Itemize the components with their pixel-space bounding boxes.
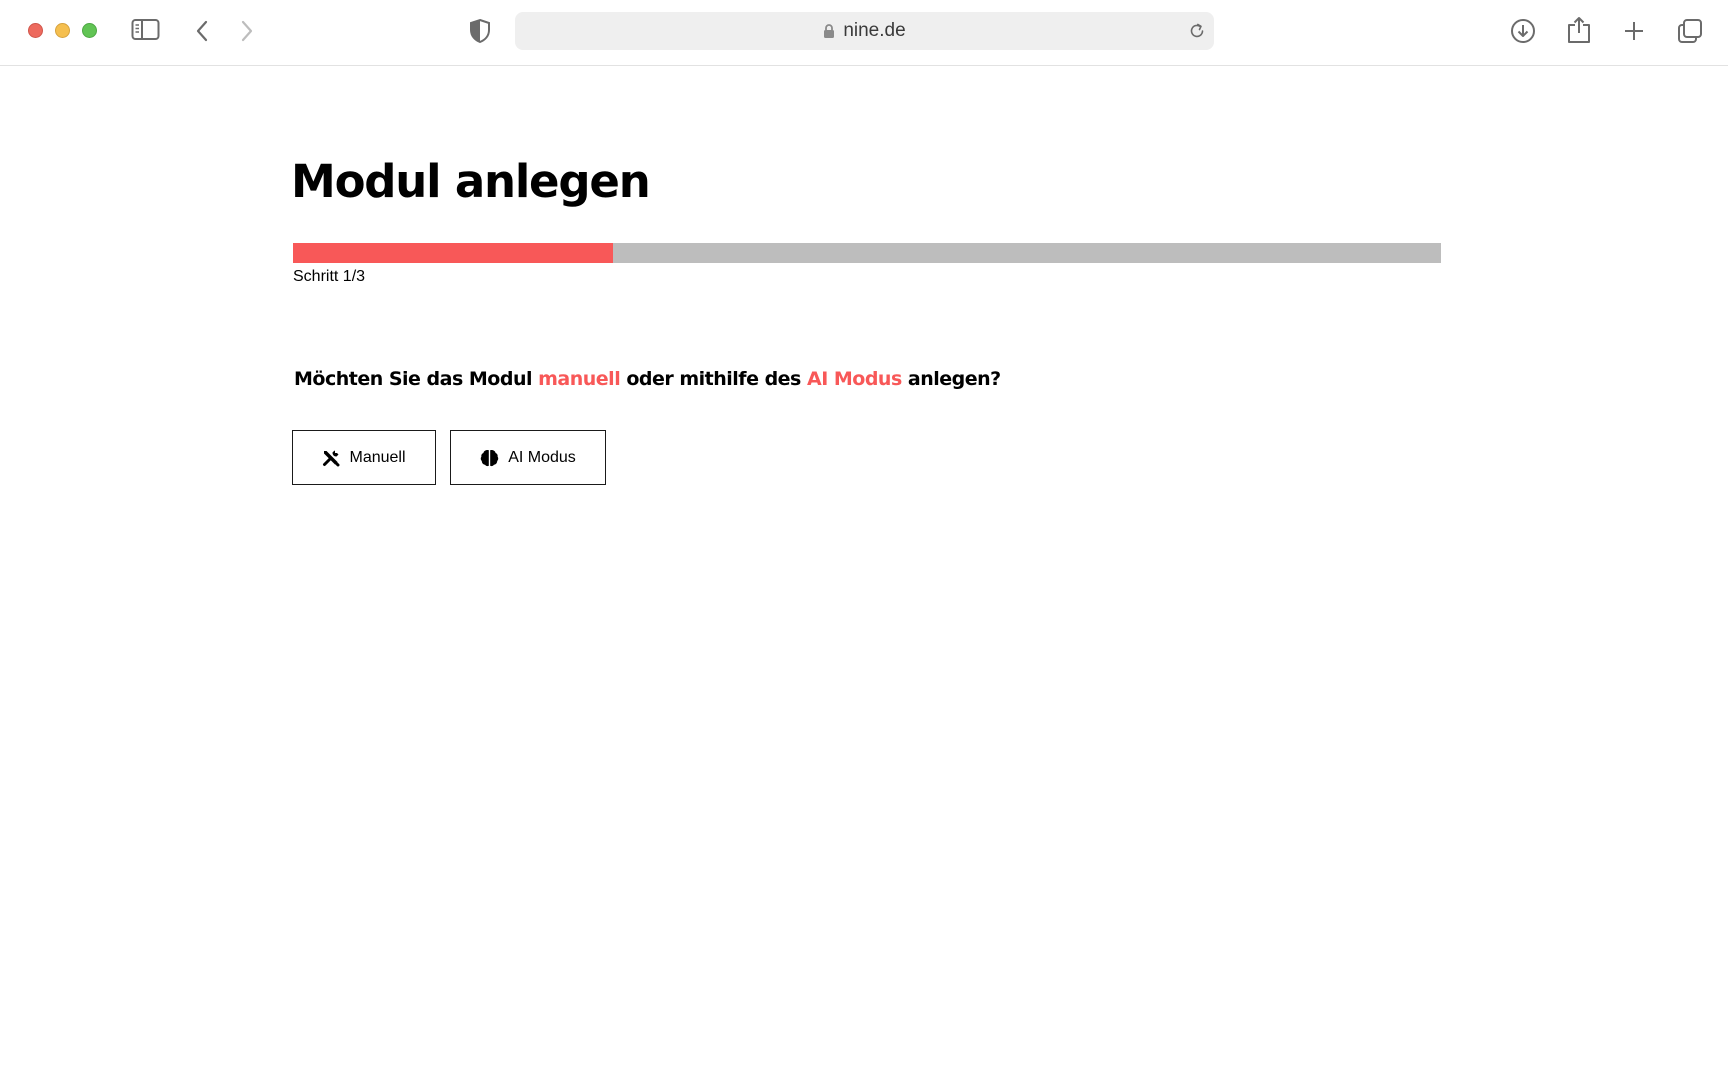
close-window-button[interactable] <box>28 23 43 38</box>
url-text: nine.de <box>843 20 906 41</box>
mode-question: Möchten Sie das Modul manuell oder mithi… <box>294 368 1001 390</box>
reload-icon[interactable] <box>1188 22 1206 45</box>
plus-icon[interactable] <box>1623 20 1645 42</box>
lock-icon <box>823 23 835 39</box>
question-text-2: oder mithilfe des <box>620 368 807 390</box>
share-icon[interactable] <box>1567 16 1591 44</box>
ai-mode-button[interactable]: AI Modus <box>450 430 606 485</box>
shield-icon[interactable] <box>469 18 491 44</box>
question-text-3: anlegen? <box>901 368 1001 390</box>
chevron-left-icon[interactable] <box>194 19 210 43</box>
question-highlight-ai: AI Modus <box>806 368 902 390</box>
minimize-window-button[interactable] <box>55 23 70 38</box>
browser-toolbar: nine.de <box>0 0 1728 66</box>
tools-icon <box>322 449 340 467</box>
progress-bar <box>293 243 1441 263</box>
chevron-right-icon[interactable] <box>239 19 255 43</box>
address-bar[interactable]: nine.de <box>515 12 1214 50</box>
tabs-overview-icon[interactable] <box>1677 18 1703 44</box>
page-title: Modul anlegen <box>291 155 651 208</box>
progress-bar-fill <box>293 243 613 263</box>
manual-mode-button[interactable]: Manuell <box>292 430 436 485</box>
question-text-1: Möchten Sie das Modul <box>294 368 539 390</box>
manual-mode-label: Manuell <box>349 448 406 466</box>
sidebar-icon[interactable] <box>131 18 161 42</box>
download-icon[interactable] <box>1510 18 1536 44</box>
question-highlight-manual: manuell <box>538 368 621 390</box>
ai-mode-label: AI Modus <box>508 448 576 466</box>
brain-icon <box>480 449 499 467</box>
step-label: Schritt 1/3 <box>293 268 366 285</box>
fullscreen-window-button[interactable] <box>82 23 97 38</box>
